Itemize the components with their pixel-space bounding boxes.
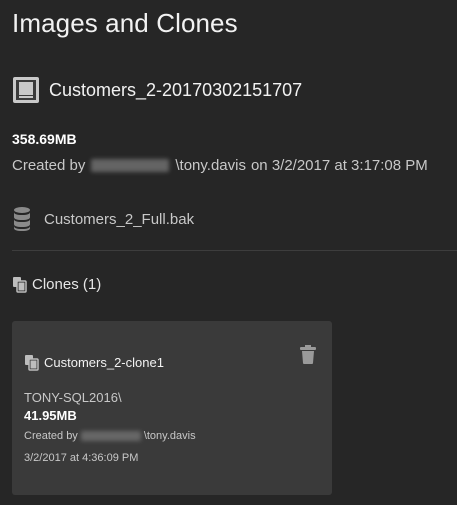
clones-heading: Clones (1) [12,276,101,293]
image-size: 358.69MB [12,131,77,147]
redacted-domain [91,159,170,172]
section-divider [12,250,457,251]
image-name: Customers_2-20170302151707 [49,79,303,100]
clone-title: Customers_2-clone1 [24,354,164,371]
trash-icon[interactable] [300,345,316,364]
created-by-user: \tony.davis [175,157,246,174]
clone-created-info: Created by \tony.davis [24,430,196,442]
image-header: Customers_2-20170302151707 [12,76,302,104]
disk-image-icon [12,76,40,104]
copy-icon [12,276,27,293]
clones-heading-label: Clones (1) [32,276,102,293]
backup-file-name: Customers_2_Full.bak [44,210,195,228]
clone-server: TONY-SQL2016\ [24,390,122,405]
database-icon [12,206,32,232]
image-created-info: Created by \tony.davis on 3/2/2017 at 3:… [12,157,428,174]
created-by-label: Created by [12,157,86,174]
copy-icon [24,354,39,371]
clone-size: 41.95MB [24,408,77,423]
clone-created-by-user: \tony.davis [143,430,196,442]
clone-created-date: 3/2/2017 at 4:36:09 PM [24,452,139,464]
clone-created-by-label: Created by [24,430,78,442]
redacted-domain [80,431,141,441]
backup-file-row: Customers_2_Full.bak [12,206,194,232]
created-date: on 3/2/2017 at 3:17:08 PM [250,157,428,174]
clone-name: Customers_2-clone1 [44,355,164,370]
clone-card[interactable]: Customers_2-clone1 TONY-SQL2016\ 41.95MB… [12,321,332,495]
page-title: Images and Clones [12,8,238,38]
